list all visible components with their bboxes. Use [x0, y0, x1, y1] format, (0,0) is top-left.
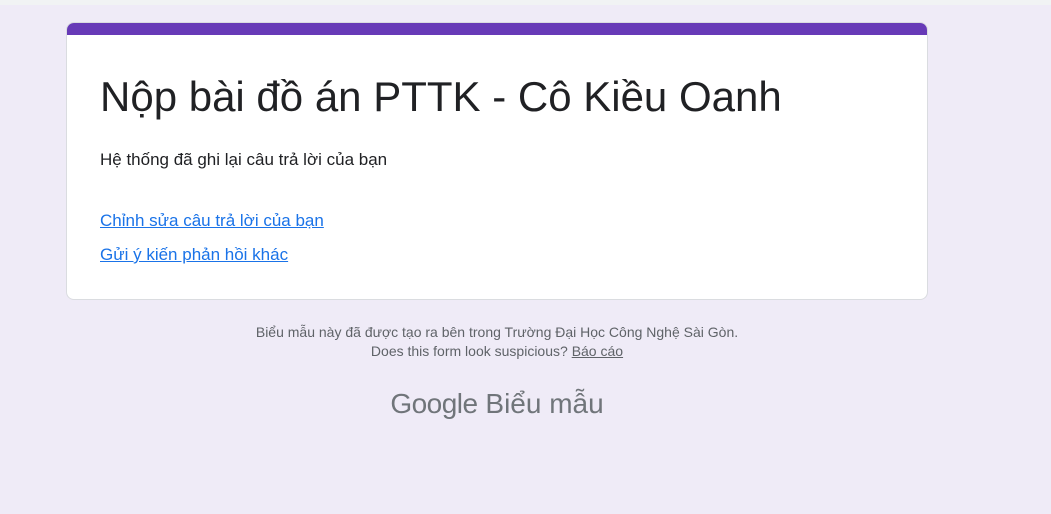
form-footer: Biểu mẫu này đã được tạo ra bên trong Tr…	[66, 323, 928, 361]
forms-wordmark: Biểu mẫu	[485, 388, 604, 419]
card-accent-bar	[67, 23, 927, 35]
report-link[interactable]: Báo cáo	[572, 343, 623, 359]
suspicious-line: Does this form look suspicious? Báo cáo	[66, 342, 928, 361]
top-strip	[0, 0, 1051, 5]
created-in-text: Biểu mẫu này đã được tạo ra bên trong Tr…	[255, 324, 739, 340]
google-wordmark: Google	[390, 388, 478, 419]
google-forms-logo[interactable]: Google Biểu mẫu	[66, 388, 928, 420]
form-title: Nộp bài đồ án PTTK - Cô Kiều Oanh	[100, 73, 782, 120]
submit-another-response-link[interactable]: Gửi ý kiến phản hồi khác	[100, 245, 288, 265]
confirmation-message: Hệ thống đã ghi lại câu trả lời của bạn	[100, 150, 388, 169]
response-card: Nộp bài đồ án PTTK - Cô Kiều Oanh Hệ thố…	[66, 22, 928, 300]
suspicious-text: Does this form look suspicious?	[370, 343, 568, 359]
edit-response-link[interactable]: Chỉnh sửa câu trả lời của bạn	[100, 211, 324, 231]
